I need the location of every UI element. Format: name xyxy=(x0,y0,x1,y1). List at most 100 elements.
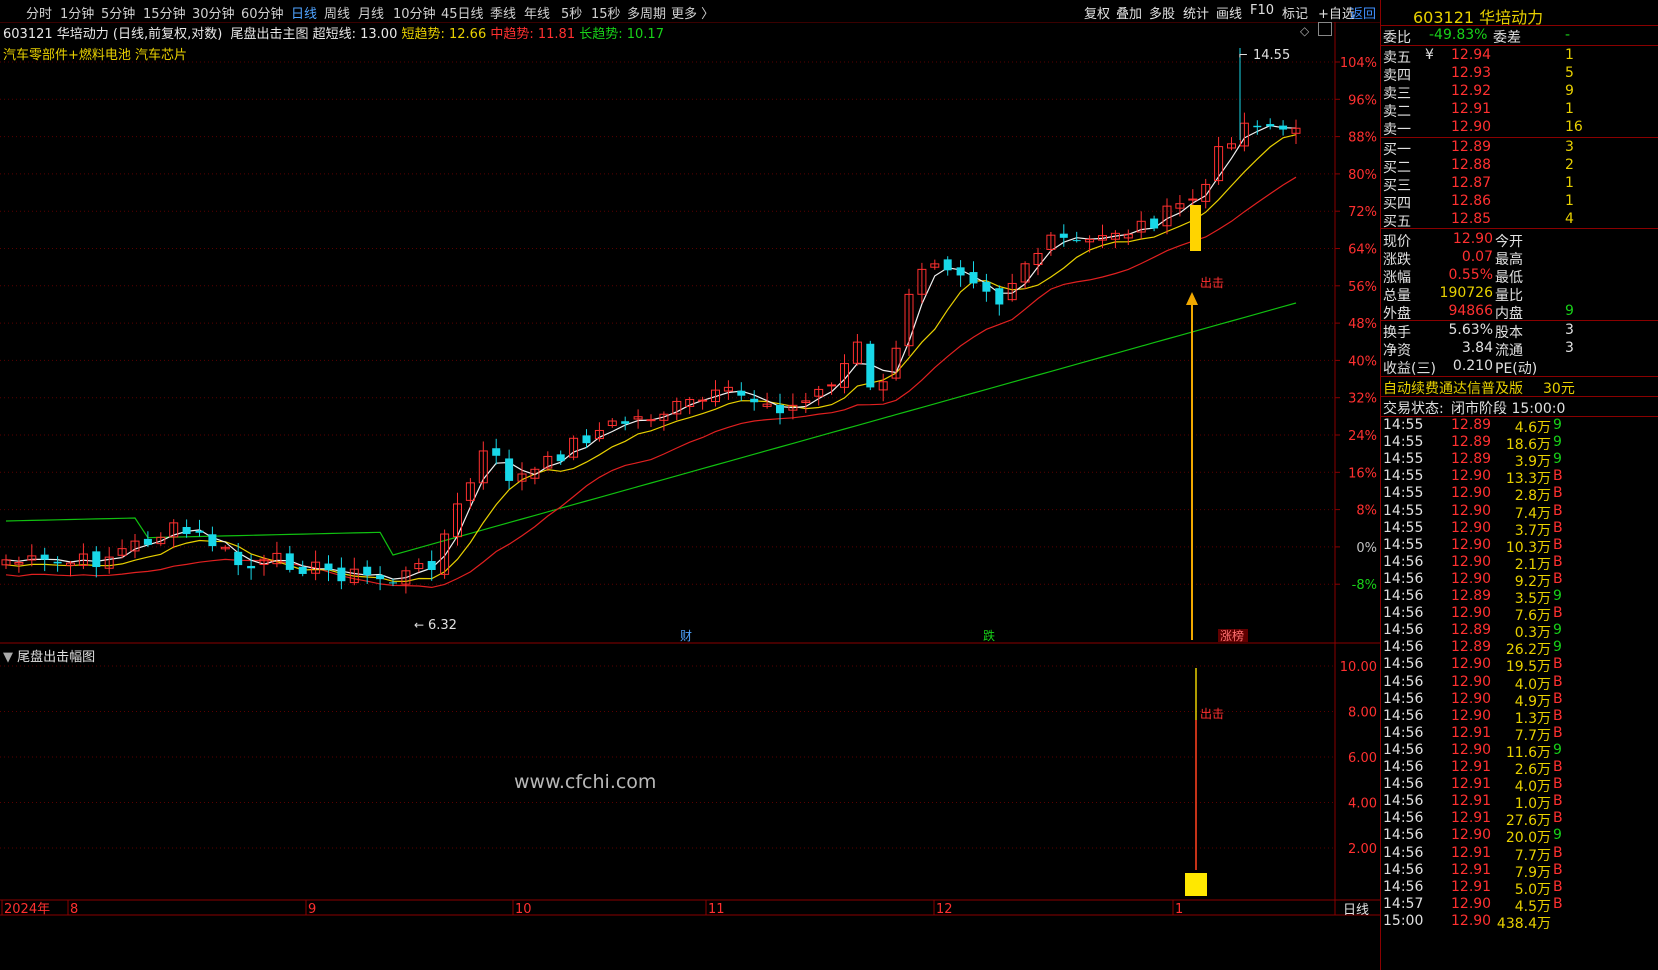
stat-value: 3 xyxy=(1565,340,1574,356)
tick-time: 14:56 xyxy=(1383,570,1424,587)
tick-direction: 9 xyxy=(1553,639,1562,656)
candle-body xyxy=(40,554,49,560)
watermark: www.cfchi.com xyxy=(514,771,657,793)
ask-price[interactable]: 12.90 xyxy=(1451,119,1491,135)
trade-status: 闭市阶段 15:00:0 xyxy=(1451,401,1566,417)
candle-body xyxy=(698,399,708,402)
axis-label: 88% xyxy=(1348,131,1377,146)
tick-direction: 9 xyxy=(1553,827,1562,844)
tick-direction: B xyxy=(1553,536,1563,553)
stat-label: 涨幅 xyxy=(1383,270,1411,286)
ask-price[interactable]: 12.93 xyxy=(1451,65,1491,81)
stat-label: 量比 xyxy=(1495,288,1523,304)
axis-label: 80% xyxy=(1348,168,1377,183)
high-marker-icon: ⌐ xyxy=(1238,48,1248,62)
candle-body xyxy=(376,575,385,580)
tick-time: 14:56 xyxy=(1383,878,1424,895)
candle-body xyxy=(337,567,346,582)
tick-price: 12.91 xyxy=(1451,793,1492,810)
tick-price: 12.89 xyxy=(1451,417,1492,433)
chart-settings-icon[interactable]: ◇ xyxy=(1300,24,1309,38)
candle-body xyxy=(298,566,307,574)
divider xyxy=(1381,396,1658,397)
ad-link[interactable]: 自动续费通达信普及版 xyxy=(1383,378,1523,398)
tick-price: 12.91 xyxy=(1451,861,1492,878)
axis-label: 48% xyxy=(1348,317,1377,332)
divider xyxy=(1381,25,1658,26)
tick-price: 12.90 xyxy=(1451,553,1492,570)
trade-status-label: 交易状态: xyxy=(1383,401,1444,417)
stat-label: 总量 xyxy=(1383,288,1411,304)
candle-body xyxy=(750,398,759,403)
bid-price[interactable]: 12.89 xyxy=(1451,139,1491,155)
candle-body xyxy=(582,435,591,444)
tick-price: 12.89 xyxy=(1451,588,1492,604)
candle-body xyxy=(943,259,952,271)
stat-value: 12.90 xyxy=(1452,231,1493,247)
candle-body xyxy=(1072,240,1081,242)
tick-price: 12.90 xyxy=(1451,912,1492,929)
axis-label: 104% xyxy=(1340,56,1377,71)
signal-arrow-head xyxy=(1186,292,1198,305)
bid-volume: 3 xyxy=(1565,139,1574,155)
sub-axis-label: 6.00 xyxy=(1348,751,1377,766)
candle-body xyxy=(776,404,784,414)
candle-body xyxy=(363,566,372,576)
stat-label: 换手 xyxy=(1383,325,1411,341)
candle-body xyxy=(182,526,191,534)
tick-direction: B xyxy=(1553,759,1563,775)
tick-price: 12.90 xyxy=(1451,690,1492,707)
tick-direction: 9 xyxy=(1553,741,1562,758)
candle-body xyxy=(982,281,991,292)
sub-axis-label: 8.00 xyxy=(1348,706,1377,721)
candle-body xyxy=(53,561,62,564)
candle-body xyxy=(324,563,333,571)
tick-price: 12.90 xyxy=(1451,741,1492,758)
bid-label: 买一 xyxy=(1383,142,1411,158)
tick-time: 14:56 xyxy=(1383,622,1424,639)
ask-volume: 16 xyxy=(1565,119,1583,135)
maximize-icon[interactable] xyxy=(1318,22,1332,36)
bid-price[interactable]: 12.87 xyxy=(1451,175,1491,191)
webi-value: -49.83% xyxy=(1429,27,1488,43)
webi-label: 委比 xyxy=(1383,30,1411,46)
weicha-label: 委差 xyxy=(1493,30,1521,46)
signal-candle xyxy=(1190,205,1201,251)
tick-price: 12.90 xyxy=(1451,502,1492,519)
tick-price: 12.91 xyxy=(1451,776,1492,793)
axis-label: 96% xyxy=(1348,93,1377,108)
candle-body xyxy=(195,530,204,533)
candle-body xyxy=(1059,233,1068,238)
ask-price[interactable]: 12.91 xyxy=(1451,101,1491,117)
tick-time: 14:56 xyxy=(1383,844,1424,861)
candle-body xyxy=(866,343,875,388)
tick-direction: B xyxy=(1553,776,1563,793)
bid-volume: 1 xyxy=(1565,175,1574,191)
tick-price: 12.91 xyxy=(1451,844,1492,861)
bid-price[interactable]: 12.85 xyxy=(1451,211,1491,227)
date-label: 8 xyxy=(70,902,78,917)
sub-panel-header[interactable]: ▼ 尾盘出击幅图 xyxy=(3,646,95,665)
stat-value: 5.63% xyxy=(1448,322,1493,338)
ask-price[interactable]: 12.94 xyxy=(1451,47,1491,63)
stat-value: 94866 xyxy=(1448,303,1493,319)
axis-label: 56% xyxy=(1348,280,1377,295)
candle-body xyxy=(247,565,256,569)
sub-signal-bar xyxy=(1185,873,1207,896)
collapse-icon[interactable]: ▼ xyxy=(3,650,13,665)
tick-price: 12.90 xyxy=(1451,468,1492,485)
candle-body xyxy=(1188,198,1198,201)
tick-price: 12.91 xyxy=(1451,759,1492,775)
axis-label: 24% xyxy=(1348,429,1377,444)
tick-direction: B xyxy=(1553,861,1563,878)
tick-time: 14:56 xyxy=(1383,690,1424,707)
stat-value: 3.84 xyxy=(1461,340,1493,356)
bid-price[interactable]: 12.88 xyxy=(1451,157,1491,173)
kline-chart[interactable]: 104% 96% 88% 80% 72% 64% 56% 48% 40% 32% 24% 16% 8% 0… xyxy=(0,0,1380,970)
candle-body xyxy=(234,551,243,566)
bid-price[interactable]: 12.86 xyxy=(1451,193,1491,209)
tick-time: 14:55 xyxy=(1383,417,1424,433)
ask-price[interactable]: 12.92 xyxy=(1451,83,1491,99)
tick-direction: B xyxy=(1553,895,1563,912)
bid-label: 买三 xyxy=(1383,178,1411,194)
